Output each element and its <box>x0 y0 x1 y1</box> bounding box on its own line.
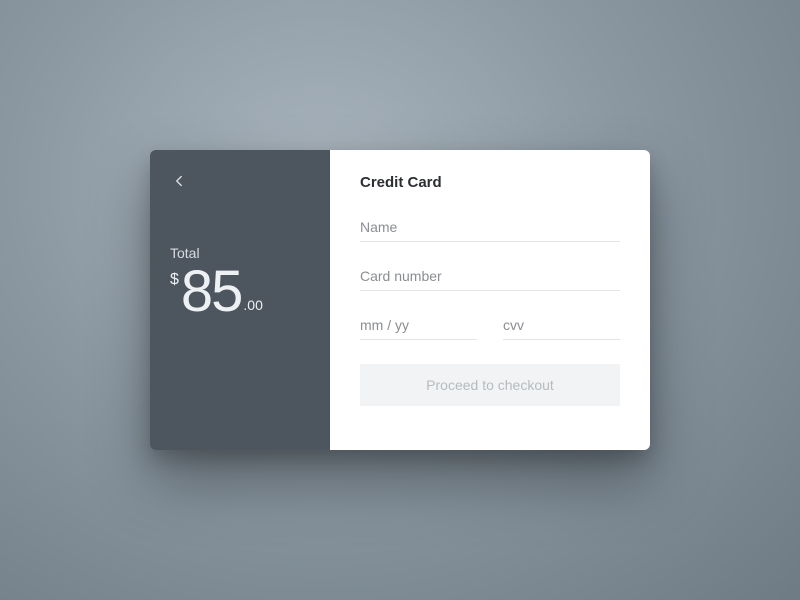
form-title: Credit Card <box>360 174 620 191</box>
form-fields <box>360 213 620 340</box>
cvv-field[interactable] <box>503 311 620 340</box>
summary-panel: Total $ 85 .00 <box>150 150 330 450</box>
card-number-field[interactable] <box>360 262 620 291</box>
currency-symbol: $ <box>170 271 179 289</box>
amount-decimal: .00 <box>243 297 262 313</box>
expiry-field[interactable] <box>360 311 477 340</box>
total-block: Total $ 85 .00 <box>170 245 310 321</box>
name-field[interactable] <box>360 213 620 242</box>
total-amount: $ 85 .00 <box>170 263 310 321</box>
expiry-cvv-row <box>360 311 620 340</box>
checkout-card: Total $ 85 .00 Credit Card Proceed to ch… <box>150 150 650 450</box>
chevron-left-icon <box>170 172 188 190</box>
proceed-button[interactable]: Proceed to checkout <box>360 364 620 406</box>
form-panel: Credit Card Proceed to checkout <box>330 150 650 450</box>
back-button[interactable] <box>170 172 188 190</box>
amount-integer: 85 <box>181 263 242 321</box>
